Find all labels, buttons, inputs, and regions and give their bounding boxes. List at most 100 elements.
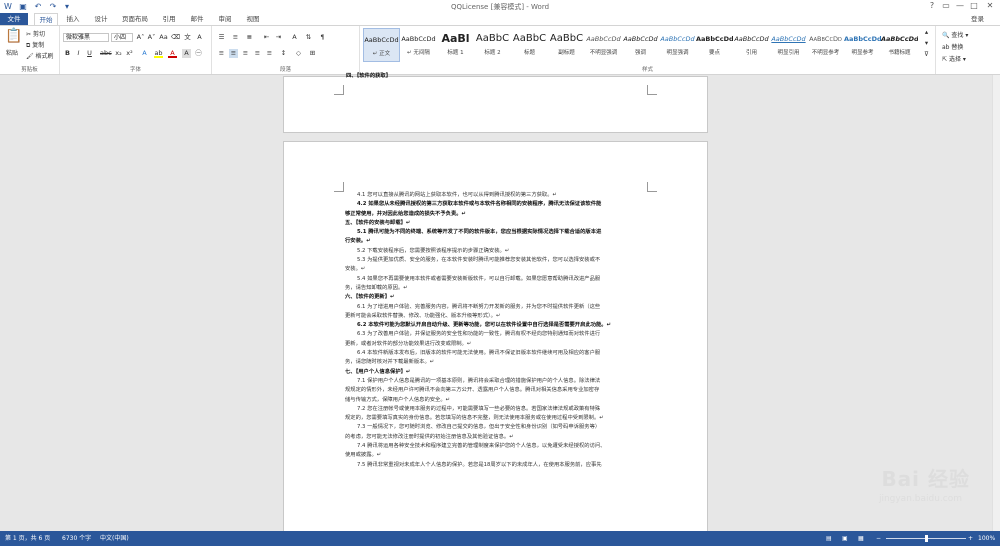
tab-file[interactable]: 文件: [0, 13, 28, 25]
zoom-in-icon[interactable]: +: [968, 531, 973, 546]
zoom-level[interactable]: 100%: [978, 531, 995, 546]
style-intense-emphasis[interactable]: AaBbCcDd 明显强调: [659, 28, 696, 62]
align-left-icon[interactable]: ≡: [217, 49, 226, 58]
style-emphasis[interactable]: AaBbCcDd 强调: [622, 28, 659, 62]
clear-format-icon[interactable]: ⌫: [171, 33, 180, 42]
watermark-logo: Bai 经验: [881, 467, 970, 491]
tab-references[interactable]: 引用: [158, 13, 180, 25]
document-body[interactable]: 4.1 您可以直接从腾讯的网站上获取本软件，也可以从得到腾讯授权的第三方获取。↵…: [345, 191, 647, 470]
vertical-scrollbar[interactable]: [992, 75, 1000, 531]
font-color-icon[interactable]: A: [168, 49, 177, 58]
tab-design[interactable]: 设计: [90, 13, 112, 25]
font-size-select[interactable]: 小四: [111, 33, 133, 42]
doc-line: 6.1 为了增进用户体验、完善服务内容，腾讯将不断努力开发新的服务，并为您不时提…: [357, 303, 601, 310]
style-book-title[interactable]: AaBbCcDd 书籍标题: [881, 28, 918, 62]
help-icon[interactable]: ?: [926, 1, 938, 11]
numbering-icon[interactable]: ≡: [231, 33, 240, 42]
language[interactable]: 中文(中国): [100, 531, 129, 546]
style-normal[interactable]: AaBbCcDd ↵ 正文: [363, 28, 400, 62]
doc-line: 规规定的情形外，未经用户许可腾讯不会向第三方公开、透露用户个人信息。腾讯对相关信…: [345, 387, 600, 394]
format-painter-button[interactable]: 🖌 格式刷: [26, 51, 54, 60]
enclose-char-icon[interactable]: ㊀: [194, 49, 203, 58]
style-strong[interactable]: AaBbCcDd 要点: [696, 28, 733, 62]
doc-line: 4.1 您可以直接从腾讯的网站上获取本软件，也可以从得到腾讯授权的第三方获取。↵: [357, 192, 557, 198]
increase-indent-icon[interactable]: ⇥: [274, 33, 283, 42]
style-quote[interactable]: AaBbCcDd 引用: [733, 28, 770, 62]
document-page-1[interactable]: 四、【软件的获取】: [283, 73, 708, 133]
maximize-button[interactable]: □: [968, 1, 980, 11]
text-effects-icon[interactable]: A: [140, 49, 149, 58]
align-right-icon[interactable]: ≡: [241, 49, 250, 58]
doc-line: 7.3 一般情况下，您可随时浏览、修改自己提交的信息，但出于安全性和身份识别（如…: [357, 424, 601, 431]
zoom-slider-thumb[interactable]: [925, 535, 928, 542]
page-count[interactable]: 第 1 页，共 6 页: [5, 531, 50, 546]
copy-button[interactable]: ⧉ 复制: [26, 40, 44, 50]
web-layout-icon[interactable]: ▦: [858, 531, 864, 546]
style-subtitle[interactable]: AaBbC 副标题: [548, 28, 585, 62]
style-subtle-emphasis[interactable]: AaBbCcDd 不明显强调: [585, 28, 622, 62]
center-icon[interactable]: ≡: [229, 49, 238, 58]
doc-line: 7.4 腾讯将运用各种安全技术和程序建立完善的管理制度来保护您的个人信息，以免遭…: [357, 443, 606, 450]
ribbon-display-icon[interactable]: ▭: [940, 1, 952, 11]
italic-icon[interactable]: I: [74, 49, 83, 58]
doc-line: 够正常使用，并对因此给您造成的损失不予负责。↵: [345, 210, 466, 217]
tab-view[interactable]: 视图: [242, 13, 264, 25]
shrink-font-icon[interactable]: A˅: [147, 33, 156, 42]
zoom-out-icon[interactable]: −: [876, 531, 881, 546]
styles-scroll-down-icon[interactable]: ▾: [922, 39, 931, 48]
underline-icon[interactable]: U: [85, 49, 94, 58]
multilevel-list-icon[interactable]: ≣: [245, 33, 254, 42]
doc-line: 务，请告知卸载的原因。↵: [345, 284, 408, 291]
style-subtle-reference[interactable]: AaBbCcDd 不明显参考: [807, 28, 844, 62]
change-case-icon[interactable]: Aa: [159, 33, 168, 42]
word-count[interactable]: 6730 个字: [62, 531, 91, 546]
bold-icon[interactable]: B: [63, 49, 72, 58]
grow-font-icon[interactable]: A˄: [136, 33, 145, 42]
superscript-icon[interactable]: x²: [125, 49, 134, 58]
tab-review[interactable]: 审阅: [214, 13, 236, 25]
close-button[interactable]: ✕: [984, 1, 996, 11]
highlight-icon[interactable]: ab: [154, 49, 163, 58]
style-heading1[interactable]: AaBl 标题 1: [437, 28, 474, 62]
style-intense-reference[interactable]: AaBbCcDd 明显参考: [844, 28, 881, 62]
cut-button[interactable]: ✂ 剪切: [26, 29, 45, 38]
bullets-icon[interactable]: ☰: [217, 33, 226, 42]
read-mode-icon[interactable]: ▤: [826, 531, 832, 546]
select-button[interactable]: ⇱ 选择 ▾: [942, 54, 966, 63]
tab-mailings[interactable]: 邮件: [186, 13, 208, 25]
tab-insert[interactable]: 插入: [62, 13, 84, 25]
style-intense-quote[interactable]: AaBbCcDd 明显引用: [770, 28, 807, 62]
doc-line: 规定的，您需要填写真实的身份信息。若您填写的信息不完整，则无法使用本服务或在使用…: [345, 415, 604, 422]
show-marks-icon[interactable]: ¶: [318, 33, 327, 42]
tab-page-layout[interactable]: 页面布局: [118, 13, 152, 25]
phonetic-guide-icon[interactable]: 文: [183, 33, 192, 42]
styles-scroll-up-icon[interactable]: ▴: [922, 28, 931, 37]
paste-icon[interactable]: 📋: [5, 28, 22, 44]
distributed-icon[interactable]: ≡: [265, 49, 274, 58]
login-link[interactable]: 登录: [971, 13, 984, 25]
font-name-select[interactable]: 微软雅黑: [63, 33, 109, 42]
margin-mark: [647, 85, 657, 95]
style-title[interactable]: AaBbC 标题: [511, 28, 548, 62]
print-layout-icon[interactable]: ▣: [842, 531, 848, 546]
char-border-icon[interactable]: A: [195, 33, 204, 42]
shading-icon[interactable]: ◇: [294, 49, 303, 58]
tab-home[interactable]: 开始: [34, 13, 58, 25]
borders-icon[interactable]: ⊞: [308, 49, 317, 58]
char-shading-icon[interactable]: A: [182, 49, 191, 58]
decrease-indent-icon[interactable]: ⇤: [262, 33, 271, 42]
styles-more-icon[interactable]: ⊽: [922, 50, 931, 59]
justify-icon[interactable]: ≡: [253, 49, 262, 58]
margin-mark: [334, 85, 344, 95]
sort-icon[interactable]: ⇅: [304, 33, 313, 42]
line-spacing-icon[interactable]: ↕: [279, 49, 288, 58]
style-no-spacing[interactable]: AaBbCcDd ↵ 无间隔: [400, 28, 437, 62]
replace-button[interactable]: ab 替换: [942, 42, 963, 51]
minimize-button[interactable]: —: [954, 1, 966, 11]
strikethrough-icon[interactable]: abc: [100, 49, 112, 58]
subscript-icon[interactable]: x₂: [114, 49, 123, 58]
style-heading2[interactable]: AaBbC 标题 2: [474, 28, 511, 62]
chinese-layout-icon[interactable]: A: [290, 33, 299, 42]
paste-button[interactable]: 粘贴: [6, 48, 18, 57]
find-button[interactable]: 🔍 查找 ▾: [942, 30, 968, 39]
